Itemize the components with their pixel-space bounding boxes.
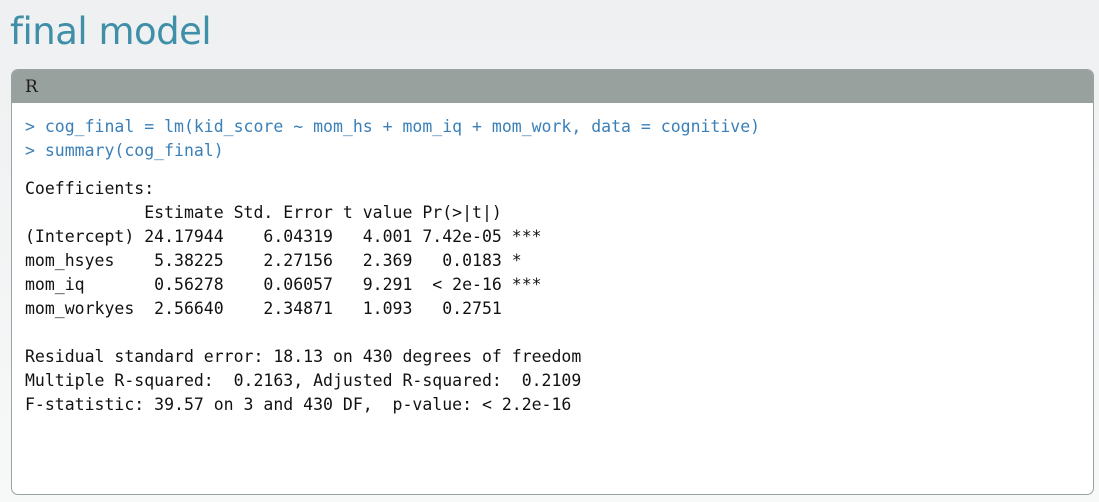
r-squared-line: Multiple R-squared: 0.2163, Adjusted R-s… xyxy=(25,371,582,390)
code-header: R xyxy=(12,70,1093,103)
coefficients-heading: Coefficients: xyxy=(25,179,155,198)
coefficient-row-mom-hsyes: mom_hsyes 5.38225 2.27156 2.369 0.0183 * xyxy=(25,251,522,270)
coefficient-row-intercept: (Intercept) 24.17944 6.04319 4.001 7.42e… xyxy=(25,227,542,246)
coefficient-row-mom-iq: mom_iq 0.56278 0.06057 9.291 < 2e-16 *** xyxy=(25,275,542,294)
coefficient-row-mom-workyes: mom_workyes 2.56640 2.34871 1.093 0.2751 xyxy=(25,299,502,318)
language-label: R xyxy=(25,76,38,97)
code-spacer xyxy=(25,163,1093,177)
code-spacer xyxy=(25,321,1093,345)
coefficients-header-row: Estimate Std. Error t value Pr(>|t|) xyxy=(25,203,502,222)
f-statistic-line: F-statistic: 39.57 on 3 and 430 DF, p-va… xyxy=(25,395,572,414)
code-line-command: > summary(cog_final) xyxy=(25,141,224,160)
code-body: > cog_final = lm(kid_score ~ mom_hs + mo… xyxy=(12,103,1093,417)
code-block: R > cog_final = lm(kid_score ~ mom_hs + … xyxy=(11,69,1094,495)
slide-title: final model xyxy=(10,10,212,53)
residual-standard-error: Residual standard error: 18.13 on 430 de… xyxy=(25,347,582,366)
code-line-command: > cog_final = lm(kid_score ~ mom_hs + mo… xyxy=(25,117,761,136)
